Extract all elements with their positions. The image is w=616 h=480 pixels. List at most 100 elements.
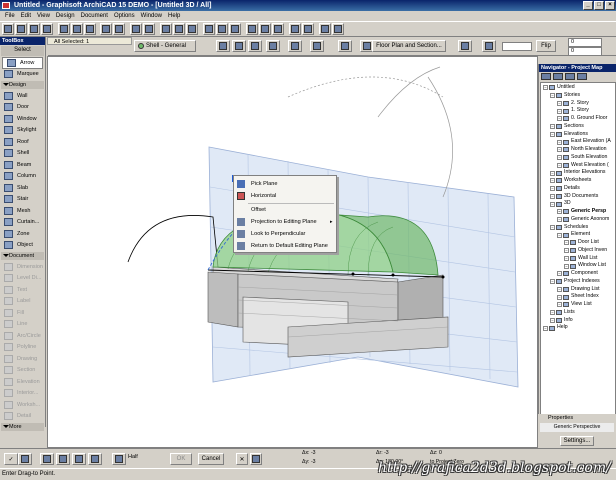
arrow-tool[interactable]: Arrow xyxy=(2,57,43,69)
shell-settings-dropdown[interactable]: Shell - General xyxy=(134,40,196,52)
parallel-icon[interactable] xyxy=(72,453,86,465)
menu-file[interactable]: File xyxy=(2,13,18,19)
tool-worksh[interactable]: Worksh... xyxy=(0,399,45,411)
render-icon[interactable] xyxy=(289,23,301,35)
menu-document[interactable]: Document xyxy=(78,13,111,19)
tree-node[interactable]: − Lists xyxy=(550,309,575,317)
marquee-tool[interactable]: Marquee xyxy=(0,69,45,81)
document-section-header[interactable]: Document xyxy=(1,252,44,260)
perpendicular-icon[interactable] xyxy=(56,453,70,465)
expand-toggle-icon[interactable]: − xyxy=(550,93,555,99)
floor-plan-icon[interactable] xyxy=(259,23,271,35)
tree-node[interactable]: − East Elevation (A xyxy=(557,138,611,146)
3d-window-icon[interactable] xyxy=(246,23,258,35)
expand-toggle-icon[interactable]: − xyxy=(550,178,555,184)
revolve-icon[interactable] xyxy=(216,40,230,52)
snap-icon[interactable] xyxy=(18,453,32,465)
expand-toggle-icon[interactable]: − xyxy=(557,139,562,145)
paste-icon[interactable] xyxy=(84,23,96,35)
line-tool-icon[interactable] xyxy=(40,453,54,465)
minimize-button[interactable]: _ xyxy=(583,1,593,10)
tree-node[interactable]: − Help xyxy=(543,324,568,332)
pen-set-icon[interactable] xyxy=(173,23,185,35)
project-map-tree[interactable]: − Untitled − Stories −2. Story −1. Story −0. G… xyxy=(540,82,616,454)
save-icon[interactable] xyxy=(28,23,40,35)
tool-slab[interactable]: Slab xyxy=(0,182,45,194)
open-file-icon[interactable] xyxy=(15,23,27,35)
tree-node[interactable]: − Drawing List xyxy=(557,286,600,294)
bisector-icon[interactable] xyxy=(88,453,102,465)
tool-fill[interactable]: Fill xyxy=(0,307,45,319)
expand-toggle-icon[interactable]: − xyxy=(557,209,562,215)
expand-toggle-icon[interactable]: − xyxy=(557,108,562,114)
tool-stair[interactable]: Stair xyxy=(0,194,45,206)
tool-mesh[interactable]: Mesh xyxy=(0,205,45,217)
tree-node[interactable]: − Window List xyxy=(564,262,606,270)
more-section-header[interactable]: More xyxy=(1,423,44,431)
maximize-button[interactable]: □ xyxy=(594,1,604,10)
ok-button[interactable]: OK xyxy=(170,453,192,465)
tool-text[interactable]: Text xyxy=(0,284,45,296)
expand-toggle-icon[interactable]: − xyxy=(564,255,569,261)
menu-view[interactable]: View xyxy=(34,13,53,19)
tool-roof[interactable]: Roof xyxy=(0,136,45,148)
teamwork-icon[interactable] xyxy=(302,23,314,35)
tree-node[interactable]: − Generic Axonom xyxy=(557,216,609,224)
print-icon[interactable] xyxy=(41,23,53,35)
mirror-icon[interactable] xyxy=(250,453,262,465)
tool-zone[interactable]: Zone xyxy=(0,228,45,240)
tool-arc-circle[interactable]: Arc/Circle xyxy=(0,330,45,342)
tree-node[interactable]: − View List xyxy=(557,301,592,309)
expand-toggle-icon[interactable]: − xyxy=(550,170,555,176)
expand-toggle-icon[interactable]: − xyxy=(557,147,562,153)
tree-node[interactable]: − North Elevation xyxy=(557,146,606,154)
extrude-icon[interactable] xyxy=(232,40,246,52)
tree-node[interactable]: − Generic Persp xyxy=(557,208,606,216)
special-snap-icon[interactable] xyxy=(112,453,126,465)
flip-button[interactable]: Flip xyxy=(536,40,556,52)
thickness-icon[interactable] xyxy=(482,40,496,52)
expand-toggle-icon[interactable]: − xyxy=(550,186,555,192)
tree-node[interactable]: − Project Indexes xyxy=(550,278,600,286)
selection-tab[interactable]: All Selected: 1 xyxy=(47,37,132,45)
menu-help[interactable]: Help xyxy=(165,13,183,19)
expand-toggle-icon[interactable]: − xyxy=(557,294,562,300)
expand-toggle-icon[interactable]: − xyxy=(557,302,562,308)
menu-item-offset[interactable]: Offset xyxy=(234,204,338,216)
tool-skylight[interactable]: Skylight xyxy=(0,125,45,137)
menu-item-horizontal[interactable]: Horizontal xyxy=(234,190,338,202)
zoom-in-icon[interactable] xyxy=(203,23,215,35)
expand-toggle-icon[interactable]: − xyxy=(550,310,555,316)
new-file-icon[interactable] xyxy=(2,23,14,35)
design-section-header[interactable]: Design xyxy=(1,81,44,89)
layout-book-icon[interactable] xyxy=(565,73,575,80)
tree-node[interactable]: − Worksheets xyxy=(550,177,591,185)
tree-node[interactable]: − Element xyxy=(557,231,590,239)
tree-node[interactable]: − Schedules xyxy=(550,224,588,232)
expand-toggle-icon[interactable]: − xyxy=(557,100,562,106)
tree-node[interactable]: − Wall List xyxy=(564,255,597,263)
tree-node[interactable]: − 3D Documents xyxy=(550,193,598,201)
tree-node[interactable]: − Elevations xyxy=(550,131,588,139)
dx-readout[interactable]: Δx: -3 xyxy=(302,450,316,456)
model-view-icon[interactable] xyxy=(186,23,198,35)
dz-readout[interactable]: Δz: 0 xyxy=(430,450,442,456)
expand-toggle-icon[interactable]: − xyxy=(564,240,569,246)
expand-toggle-icon[interactable]: − xyxy=(557,271,562,277)
tree-node[interactable]: − Sheet Index xyxy=(557,293,599,301)
tree-node[interactable]: − Object Inven xyxy=(564,247,607,255)
menu-edit[interactable]: Edit xyxy=(18,13,34,19)
dr-readout[interactable]: Δr: -3 xyxy=(376,450,389,456)
tree-node[interactable]: − 1. Story xyxy=(557,107,589,115)
node-2[interactable] xyxy=(391,273,395,277)
tree-node[interactable]: − South Elevation xyxy=(557,154,607,162)
magic-wand-icon[interactable] xyxy=(130,23,142,35)
dy-readout[interactable]: Δy: -3 xyxy=(302,459,316,465)
help-icon[interactable] xyxy=(332,23,344,35)
gravity-icon[interactable] xyxy=(143,23,155,35)
tree-node[interactable]: − Stories xyxy=(550,92,580,100)
settings-button[interactable]: Settings... xyxy=(560,436,594,446)
arch-shape-2-icon[interactable] xyxy=(288,40,302,52)
expand-toggle-icon[interactable]: − xyxy=(564,248,569,254)
tool-dimension[interactable]: Dimension xyxy=(0,261,45,273)
